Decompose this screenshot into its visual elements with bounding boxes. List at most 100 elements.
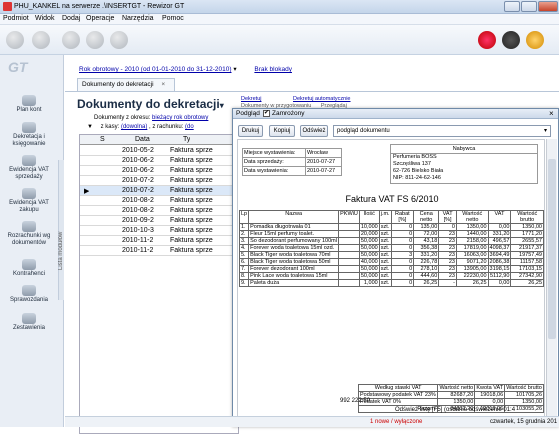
table-row[interactable]: 2010-06-2 Faktura sprze (80, 156, 240, 166)
close-button[interactable] (538, 1, 558, 12)
nav-sprawozdania[interactable]: Sprawozdania (0, 285, 58, 304)
table-row[interactable]: 2010-10-3 Faktura sprze (80, 226, 240, 236)
frozen-checkbox[interactable]: ✔ (263, 110, 270, 117)
doc-scrollbar[interactable] (546, 139, 557, 424)
invoice-item-row: 5. Black Tiger woda toaletowa 70ml 50,000 s… (238, 251, 544, 259)
table-row[interactable]: 2010-09-2 Faktura sprze (80, 216, 240, 226)
nav-plan-kont[interactable]: Plan kont (0, 95, 58, 114)
status-date: czwartek, 15 grudnia 201 (490, 419, 558, 425)
row-type: Faktura sprze (170, 187, 213, 194)
menu-operacje[interactable]: Operacje (86, 15, 114, 22)
nav-kontrahenci[interactable]: Kontrahenci (0, 259, 58, 278)
items-col-header: VAT [%] (438, 210, 457, 224)
period-link[interactable]: bieżący rok obrotowy (152, 115, 208, 121)
invoice-item-cell: 20,000 (358, 230, 380, 238)
dialog-close-icon[interactable]: × (549, 109, 554, 118)
tools-icon[interactable] (110, 31, 128, 49)
zestawienia-icon (22, 313, 36, 324)
view-select[interactable]: podgląd dokumentu ▾ (333, 125, 551, 137)
copy-button[interactable]: Kopiuj (269, 125, 295, 137)
action-links: Dekretuj Dekretuj automatycznie (241, 96, 351, 102)
invoice-item-cell (338, 265, 360, 273)
nav-zestawienia[interactable]: Zestawienia (0, 313, 58, 332)
invoice-item-cell: 1440,00 (455, 230, 489, 238)
table-row[interactable]: 2010-06-2 Faktura sprze (80, 166, 240, 176)
dark-icon[interactable] (502, 31, 520, 49)
invoice-item-cell: 5112,90 (487, 272, 512, 280)
row-date: 2010-07-2 (122, 177, 154, 184)
nav-vat-sprzedazy[interactable]: Ewidencja VAT sprzedaży (0, 155, 58, 181)
chevron-down-icon[interactable]: ▼ (87, 124, 93, 130)
invoice-item-cell: Black Tiger woda toaletowa 70ml (248, 251, 340, 259)
table-row[interactable]: 2010-07-2 Faktura sprze (80, 176, 240, 186)
menu-pomoc[interactable]: Pomoc (162, 15, 184, 22)
table-row[interactable]: ▶ 2010-07-2 Faktura sprze (80, 186, 240, 196)
back-icon[interactable] (6, 31, 24, 49)
document-icon[interactable] (62, 31, 80, 49)
dekretuj-auto-link[interactable]: Dekretuj automatycznie (293, 96, 350, 102)
edit-icon[interactable] (86, 31, 104, 49)
chevron-down-icon[interactable]: ▾ (544, 127, 547, 134)
documents-grid: S Data Ty 2010-05-2 Faktura sprze 2010-06-… (79, 134, 240, 434)
refresh-info[interactable]: Odśwież listę [F5] (ostatnie odświeżenie… (395, 407, 515, 413)
nav-rozrachunki[interactable]: Rozrachunki wg dokumentów (0, 221, 58, 247)
invoice-item-cell: 26,25 (510, 279, 544, 287)
nav-vat-zakupu[interactable]: Ewidencja VAT zakupu (0, 188, 58, 214)
invoice-item-cell: 26,25 (455, 279, 489, 287)
invoice-item-cell: 13905,00 (455, 265, 489, 273)
forward-icon[interactable] (32, 31, 50, 49)
invoice-item-cell: 40,000 (358, 258, 380, 266)
refresh-button[interactable]: Odśwież (300, 125, 328, 137)
row-type: Faktura sprze (170, 167, 213, 174)
maximize-button[interactable] (521, 1, 537, 12)
row-type: Faktura sprze (170, 247, 213, 254)
tab-label: Dokumenty do dekretacji (82, 81, 154, 88)
invoice-item-cell (338, 223, 360, 231)
invoice-item-cell: szt. (378, 244, 392, 252)
summary-col-header: Wartość netto (437, 384, 476, 392)
invoice-item-row: 2. Fleur 15ml perfumy toalet. 20,000 szt. 0 7… (238, 230, 544, 238)
invoice-item-cell: 72,00 (413, 230, 440, 238)
menu-narzedzia[interactable]: Narzędzia (122, 15, 154, 22)
status-text[interactable]: 1 nowe / wyłączone (370, 419, 422, 425)
table-row[interactable]: 2010-11-2 Faktura sprze (80, 236, 240, 246)
invoice-item-cell: 21917,37 (510, 244, 544, 252)
alert-icon[interactable] (478, 31, 496, 49)
page-title: Dokumenty do dekretacji▾ (77, 97, 224, 111)
lock-link[interactable]: Brak blokady (254, 66, 292, 73)
toolbar (0, 25, 559, 55)
chevron-down-icon[interactable]: ▾ (233, 66, 236, 73)
invoice-item-cell (338, 230, 360, 238)
sum-value: 992 222,50 (340, 398, 371, 404)
tab-dokumenty[interactable]: Dokumenty do dekretacji × (77, 78, 175, 91)
invoice-item-cell: 3. (238, 237, 250, 245)
items-col-header: Wartość brutto (510, 210, 544, 224)
help-icon[interactable] (526, 31, 544, 49)
menu-podmiot[interactable]: Podmiot (3, 15, 29, 22)
journal-link[interactable]: Rok obrotowy - 2010 (od 01-01-2010 do 31… (79, 66, 232, 73)
tab-close-icon[interactable]: × (161, 81, 165, 88)
invoice-item-cell: 331,20 (413, 251, 440, 259)
invoice-item-cell: 331,20 (487, 230, 512, 238)
dekretuj-link[interactable]: Dekretuj (241, 96, 261, 102)
items-col-header: Wartość netto (455, 210, 489, 224)
table-row[interactable]: 2010-08-2 Faktura sprze (80, 196, 240, 206)
menu-dodaj[interactable]: Dodaj (62, 15, 80, 22)
breadcrumb: Rok obrotowy - 2010 (od 01-01-2010 do 31… (79, 65, 292, 73)
table-row[interactable]: 2010-11-2 Faktura sprze (80, 246, 240, 256)
summary-cell: 0,00 (474, 398, 506, 406)
invoice-item-cell: 19757,49 (510, 251, 544, 259)
table-row[interactable]: 2010-08-2 Faktura sprze (80, 206, 240, 216)
table-row[interactable]: 2010-05-2 Faktura sprze (80, 146, 240, 156)
invoice-title: Faktura VAT FS 6/2010 (345, 194, 439, 204)
nav-dekretacja[interactable]: Dekretacja i księgowanie (0, 122, 58, 148)
menu-widok[interactable]: Widok (35, 15, 54, 22)
invoice-item-cell: 23 (438, 237, 457, 245)
kasa-link[interactable]: (dowolna) (121, 124, 147, 130)
scroll-thumb[interactable] (548, 159, 556, 339)
invoice-item-cell: 9071,20 (455, 258, 489, 266)
rachunek-link[interactable]: (do (185, 124, 194, 130)
print-button[interactable]: Drukuj (238, 125, 263, 137)
invoice-item-cell: 9. (238, 279, 250, 287)
minimize-button[interactable] (504, 1, 520, 12)
